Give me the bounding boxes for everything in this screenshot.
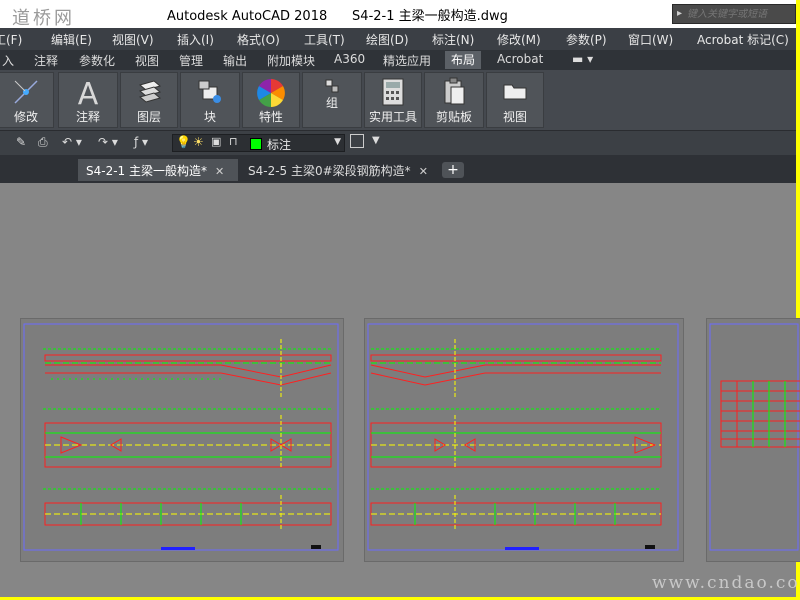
menu-modify[interactable]: 修改(M) <box>497 31 541 48</box>
tab-document-s4-2-1[interactable]: S4-2-1 主梁一般构造* ✕ <box>78 159 238 181</box>
properties-button[interactable]: 特性 <box>242 72 300 128</box>
drawing-sheet-1 <box>23 323 339 551</box>
text-a-icon: A <box>78 77 99 109</box>
tab-document-label: S4-2-5 主梁0#梁段钢筋构造* <box>248 164 411 178</box>
tab-addins[interactable]: 附加模块 <box>267 52 315 69</box>
layer-color-swatch <box>250 138 262 150</box>
menu-draw[interactable]: 绘图(D) <box>366 31 409 48</box>
modify-label: 修改 <box>13 110 38 124</box>
annotate-button[interactable]: A 注释 <box>58 72 118 128</box>
annotate-label: 注释 <box>75 110 100 124</box>
tab-document-label: S4-2-1 主梁一般构造* <box>86 164 207 178</box>
app-window: 道桥网 Autodesk AutoCAD 2018 S4-2-1 主梁一般构造.… <box>0 0 800 600</box>
group-label: 组 <box>325 96 338 110</box>
modify-button[interactable]: 修改 <box>0 72 54 128</box>
search-input[interactable] <box>687 6 795 22</box>
match-icon[interactable]: ƒ ▾ <box>134 135 148 149</box>
block-button[interactable]: 块 <box>180 72 240 128</box>
view-button[interactable]: 视图 <box>486 72 544 128</box>
menu-tools[interactable]: 工具(T) <box>304 31 345 48</box>
svg-text:A: A <box>78 77 99 109</box>
document-tabs: S4-2-1 主梁一般构造* ✕ S4-2-5 主梁0#梁段钢筋构造* ✕ + <box>0 155 796 183</box>
freeze-icon: ▣ <box>211 135 222 148</box>
quick-toolbar: ✎ ⎙ ↶ ▾ ↷ ▾ ƒ ▾ 💡 ☀ ▣ ⊓ 标注 ▼ ▼ <box>0 131 796 155</box>
tab-insert[interactable]: 入 <box>2 52 14 69</box>
tab-document-s4-2-5[interactable]: S4-2-5 主梁0#梁段钢筋构造* ✕ <box>240 159 438 181</box>
block-label: 块 <box>203 110 216 124</box>
close-icon[interactable]: ✕ <box>419 165 428 178</box>
layout-sheet-2[interactable] <box>364 318 684 562</box>
ribbon-toggle-icon[interactable]: ▬ ▾ <box>572 52 593 66</box>
clipboard-icon <box>444 77 465 105</box>
window-title: Autodesk AutoCAD 2018 S4-2-1 主梁一般构造.dwg <box>167 9 508 24</box>
layout-sheet-1[interactable] <box>20 318 344 562</box>
search-expand-icon[interactable]: ▸ <box>677 8 682 19</box>
drawing-canvas[interactable]: www.cndao.com <box>0 183 800 597</box>
tab-layout[interactable]: 布局 <box>445 51 482 69</box>
print-icon[interactable]: ⎙ <box>38 135 48 150</box>
sun-icon: ☀ <box>193 135 204 149</box>
modify-icon <box>14 80 38 104</box>
properties-label: 特性 <box>258 110 283 124</box>
edit-icon[interactable]: ✎ <box>16 135 26 149</box>
tab-a360[interactable]: A360 <box>334 52 365 66</box>
color-wheel-icon <box>257 79 285 107</box>
menu-file[interactable]: 工(F) <box>0 31 22 48</box>
menu-view[interactable]: 视图(V) <box>112 31 154 48</box>
utilities-button[interactable]: 实用工具 <box>364 72 422 128</box>
toolbar-more-icon[interactable]: ▼ <box>372 135 380 146</box>
tab-parametric[interactable]: 参数化 <box>79 52 115 69</box>
layers-button[interactable]: 图层 <box>120 72 178 128</box>
view-label: 视图 <box>502 110 527 124</box>
tab-acrobat[interactable]: Acrobat <box>497 52 543 66</box>
menu-insert[interactable]: 插入(I) <box>177 31 214 48</box>
utilities-label: 实用工具 <box>368 110 417 124</box>
layer-name: 标注 <box>267 138 292 152</box>
menu-format[interactable]: 格式(O) <box>237 31 280 48</box>
search-box[interactable]: ▸ <box>672 4 796 24</box>
title-bar: 道桥网 Autodesk AutoCAD 2018 S4-2-1 主梁一般构造.… <box>0 0 796 29</box>
ribbon-tabs: 入 注释 参数化 视图 管理 输出 附加模块 A360 精选应用 布局 Acro… <box>0 50 796 70</box>
redo-icon[interactable]: ↷ ▾ <box>98 135 118 149</box>
menu-bar: 工(F) 编辑(E) 视图(V) 插入(I) 格式(O) 工具(T) 绘图(D)… <box>0 28 796 50</box>
close-icon[interactable]: ✕ <box>215 165 224 178</box>
new-tab-button[interactable]: + <box>442 162 464 178</box>
menu-dimension[interactable]: 标注(N) <box>432 31 474 48</box>
ribbon-panel: 修改 A 注释 图层 块 特性 组 实用工具 剪贴板 视图 <box>0 70 796 131</box>
layer-dropdown[interactable]: 💡 ☀ ▣ ⊓ 标注 ▼ <box>172 134 345 152</box>
site-watermark-logo: 道桥网 <box>12 8 75 29</box>
layers-icon <box>138 80 162 103</box>
calculator-icon <box>382 78 404 106</box>
tab-view[interactable]: 视图 <box>135 52 159 69</box>
site-watermark-url: www.cndao.com <box>652 573 800 593</box>
menu-edit[interactable]: 编辑(E) <box>51 31 92 48</box>
drawing-sheet-2 <box>367 323 679 551</box>
tab-manage[interactable]: 管理 <box>179 52 203 69</box>
tab-output[interactable]: 输出 <box>223 52 247 69</box>
tab-annotate[interactable]: 注释 <box>34 52 58 69</box>
clipboard-button[interactable]: 剪贴板 <box>424 72 484 128</box>
drawing-sheet-3 <box>709 323 800 551</box>
block-icon <box>198 80 221 103</box>
menu-parametric[interactable]: 参数(P) <box>566 31 607 48</box>
tab-featured-apps[interactable]: 精选应用 <box>383 52 431 69</box>
lock-icon: ⊓ <box>229 135 238 148</box>
undo-icon[interactable]: ↶ ▾ <box>62 135 82 149</box>
group-button[interactable]: 组 <box>302 72 362 128</box>
clipboard-label: 剪贴板 <box>435 110 472 124</box>
layout-sheet-3[interactable] <box>706 318 800 562</box>
menu-window[interactable]: 窗口(W) <box>628 31 673 48</box>
chevron-down-icon: ▼ <box>334 137 341 147</box>
folder-view-icon <box>503 84 527 100</box>
menu-acrobat[interactable]: Acrobat 标记(C) <box>697 31 789 48</box>
layers-label: 图层 <box>136 110 161 124</box>
bulb-icon: 💡 <box>176 135 191 149</box>
layer-states-icon[interactable] <box>350 134 364 148</box>
